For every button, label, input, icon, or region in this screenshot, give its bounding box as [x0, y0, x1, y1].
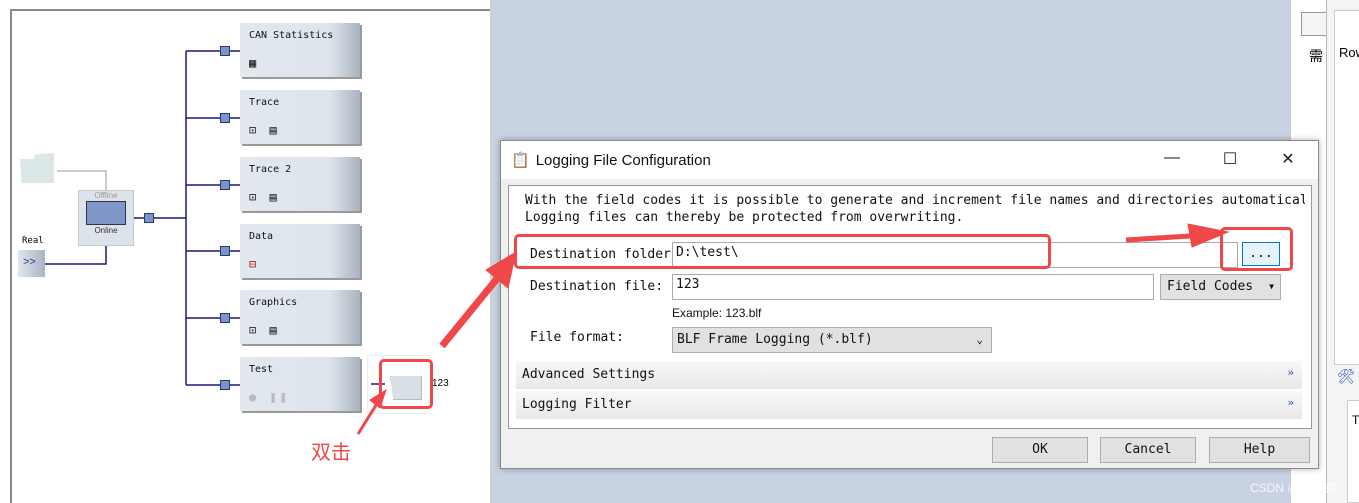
field-codes-dropdown[interactable]: Field Codes ▼ — [1160, 274, 1281, 300]
block-graphics[interactable]: Graphics ⊡ ▤ — [240, 290, 360, 344]
online-label: Online — [94, 226, 118, 235]
destination-file-label: Destination file: — [530, 279, 664, 294]
block-title: Trace 2 — [249, 164, 292, 175]
section-label: Advanced Settings — [522, 367, 656, 382]
block-title: Data — [249, 231, 274, 242]
online-offline-switch[interactable]: Offline Online — [78, 190, 134, 246]
connector-node[interactable] — [220, 380, 230, 390]
example-text: Example: 123.blf — [672, 306, 762, 320]
description-line: With the field codes it is possible to g… — [525, 193, 1305, 208]
real-label: Real — [22, 236, 44, 246]
logging-file-label: 123 — [432, 378, 449, 389]
highlight-box — [1220, 227, 1293, 271]
cancel-button[interactable]: Cancel — [1100, 437, 1196, 463]
double-click-annotation: 双击 — [311, 442, 351, 464]
block-trace[interactable]: Trace ⊡ ▤ — [240, 90, 360, 144]
bottom-pane: T — [1347, 400, 1359, 503]
block-data[interactable]: Data ⊟ — [240, 224, 360, 278]
watermark: CSDN @77赫兹 — [1250, 481, 1337, 495]
block-can-statistics[interactable]: CAN Statistics ▦ — [240, 23, 360, 77]
description-line: Logging files can thereby be protected f… — [525, 210, 964, 225]
connector-node[interactable] — [220, 46, 230, 56]
description: With the field codes it is possible to g… — [525, 192, 1305, 226]
record-pause-icon: ● ❚❚ — [249, 390, 290, 404]
switch-icon — [86, 201, 126, 225]
destination-file-input[interactable]: 123 — [672, 274, 1154, 300]
graphics-icon: ⊡ ▤ — [249, 323, 280, 337]
trace-icon: ⊡ ▤ — [249, 190, 280, 204]
logging-file-configuration-dialog: 📋 Logging File Configuration — ☐ ✕ — [500, 140, 1319, 469]
connector-node[interactable] — [220, 180, 230, 190]
close-button[interactable]: ✕ — [1273, 149, 1303, 169]
minimize-button[interactable]: — — [1157, 149, 1187, 167]
highlight-box — [514, 234, 1051, 269]
maximize-button[interactable]: ☐ — [1215, 149, 1245, 169]
dropdown-arrow-icon: ▼ — [1269, 282, 1274, 291]
expand-icon[interactable]: » — [1287, 396, 1294, 409]
advanced-settings-section[interactable]: Advanced Settings » — [516, 361, 1302, 389]
block-title: Graphics — [249, 297, 298, 308]
trace-icon: ⊡ ▤ — [249, 123, 280, 137]
offline-label: Offline — [94, 191, 118, 200]
chevron-down-icon: ⌄ — [976, 333, 983, 346]
block-title: Test — [249, 364, 274, 375]
block-title: CAN Statistics — [249, 30, 334, 41]
file-format-label: File format: — [530, 330, 624, 345]
rows-table: Row — [1334, 10, 1359, 365]
side-panel-button[interactable] — [1301, 12, 1327, 36]
block-title: Trace — [249, 97, 280, 108]
dialog-title: Logging File Configuration — [535, 151, 711, 169]
section-label: Logging Filter — [522, 397, 632, 412]
dialog-titlebar: 📋 Logging File Configuration — [501, 141, 1318, 179]
block-trace-2[interactable]: Trace 2 ⊡ ▤ — [240, 157, 360, 211]
block-test[interactable]: Test ● ❚❚ — [240, 357, 360, 411]
expand-icon[interactable]: » — [1287, 366, 1294, 379]
rows-header: Row — [1339, 45, 1359, 60]
dialog-icon: 📋 — [511, 152, 530, 169]
file-format-select[interactable]: BLF Frame Logging (*.blf) ⌄ — [672, 327, 992, 353]
connector-node[interactable] — [220, 113, 230, 123]
file-format-value: BLF Frame Logging (*.blf) — [677, 332, 873, 347]
highlight-box — [379, 359, 433, 409]
connector-node[interactable] — [220, 313, 230, 323]
data-icon: ⊟ — [249, 257, 260, 271]
logging-filter-section[interactable]: Logging Filter » — [516, 391, 1302, 419]
help-button[interactable]: Help — [1209, 437, 1310, 463]
tool-icon[interactable]: 🛠 — [1337, 368, 1355, 385]
field-codes-label: Field Codes — [1167, 279, 1254, 294]
ok-button[interactable]: OK — [992, 437, 1088, 463]
connector-node[interactable] — [220, 246, 230, 256]
connector-node[interactable] — [144, 213, 154, 223]
side-panel-label: 需 — [1309, 48, 1323, 64]
properties-panel: Row 🛠 T — [1326, 0, 1359, 503]
real-source-button[interactable]: >> — [18, 250, 45, 277]
statistics-icon: ▦ — [249, 56, 260, 70]
